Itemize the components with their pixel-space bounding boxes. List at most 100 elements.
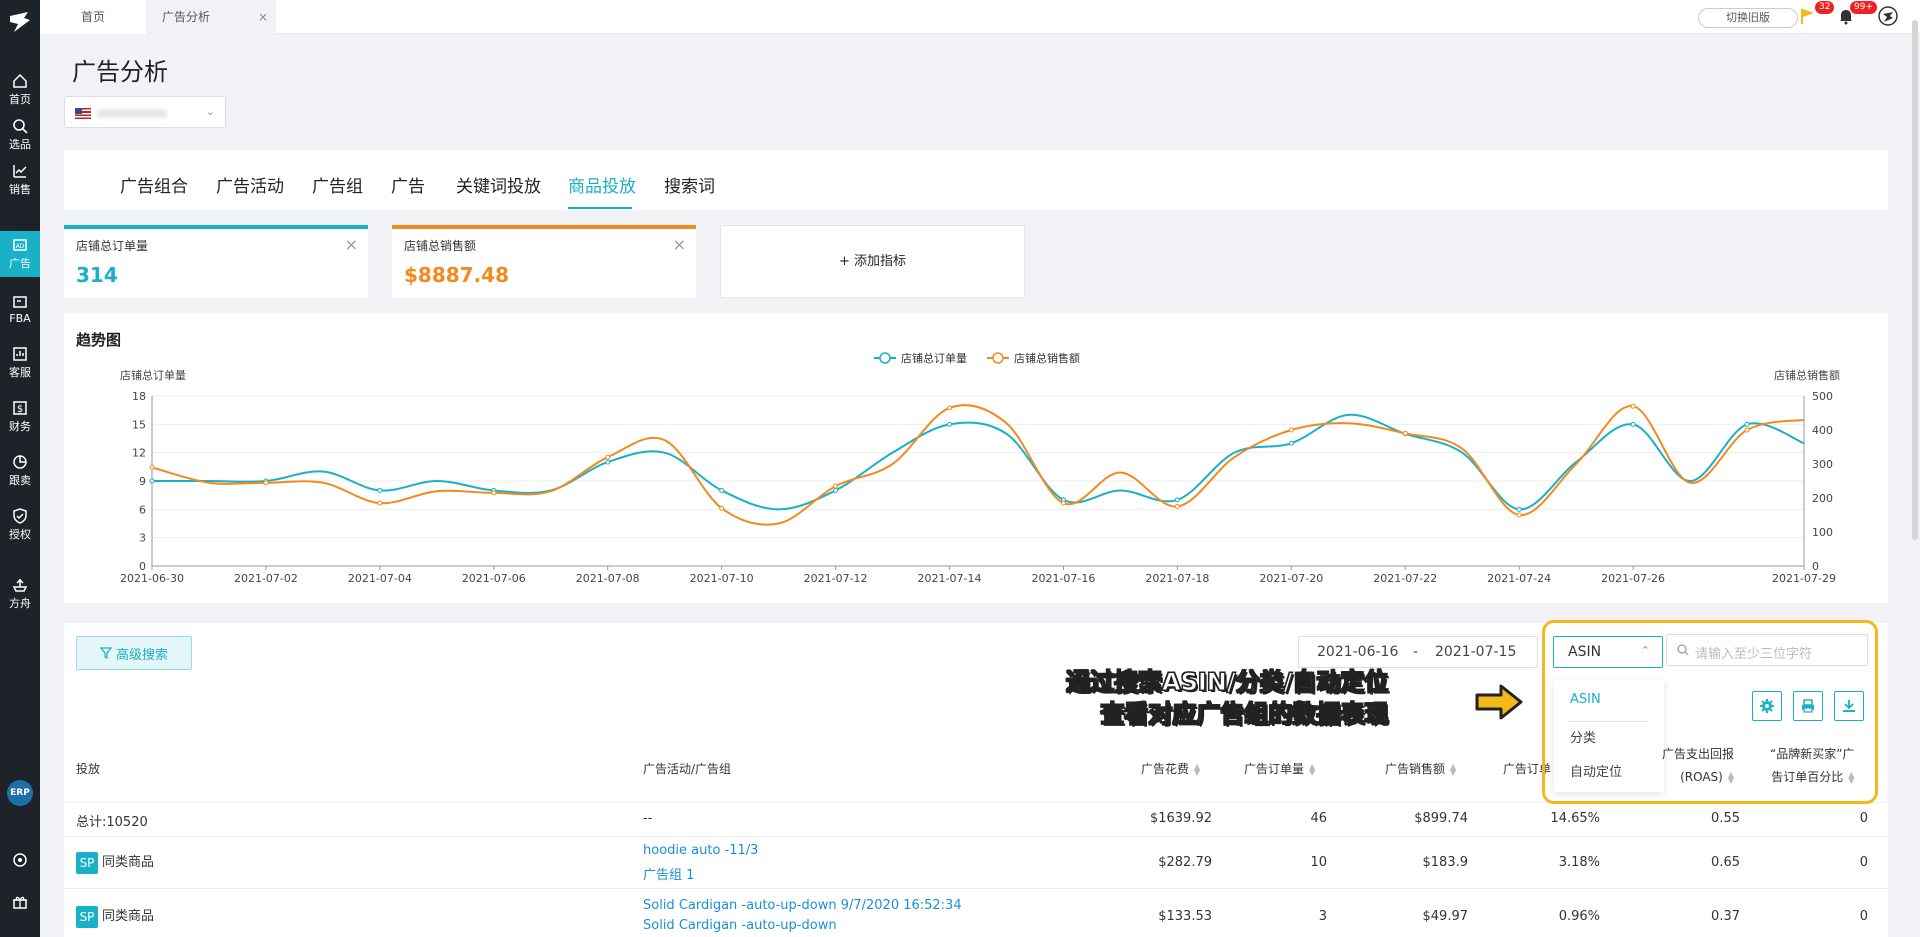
sidebar-item-auth[interactable]: 授权 [0, 502, 40, 548]
data-point [1516, 506, 1522, 512]
metric-card-orders[interactable]: 店铺总订单量 × 314 [64, 225, 368, 298]
flag-badge: 32 [1815, 1, 1835, 14]
rate-cell: 3.18% [1558, 855, 1600, 870]
data-point [833, 487, 839, 493]
x-tick-label: 2021-07-20 [1259, 572, 1323, 585]
tab-portfolio[interactable]: 广告组合 [120, 172, 188, 197]
header-label: 广告销售额 [1385, 762, 1446, 776]
data-point [605, 459, 611, 465]
y-tick-label-left: 15 [132, 418, 146, 431]
x-tick-label: 2021-07-10 [690, 572, 754, 585]
sidebar-item-follow-sell[interactable]: 跟卖 [0, 448, 40, 494]
target-name: 同类商品 [102, 855, 155, 870]
us-flag-icon [75, 108, 91, 119]
close-icon[interactable]: × [673, 235, 686, 254]
data-point [1288, 427, 1294, 433]
data-point [1630, 403, 1636, 409]
avatar[interactable] [1878, 6, 1898, 26]
headset-icon[interactable] [12, 852, 28, 868]
scrollbar[interactable] [1912, 20, 1918, 540]
data-point [833, 483, 839, 489]
sidebar-item-label: 销售 [9, 183, 31, 196]
ad-type-tabs: 广告组合 广告活动 广告组 广告 关键词投放 商品投放 搜索词 [64, 150, 1888, 210]
tab-search-terms[interactable]: 搜索词 [664, 172, 715, 197]
tab-ad-group[interactable]: 广告组 [312, 172, 363, 197]
campaign-link[interactable]: Solid Cardigan -auto-up-down 9/7/2020 16… [643, 898, 962, 913]
tab-keyword-targeting[interactable]: 关键词投放 [456, 172, 541, 197]
roas-cell: 0.37 [1711, 909, 1740, 924]
switch-old-version-button[interactable]: 切换旧版 [1698, 8, 1798, 28]
x-tick-label: 2021-07-06 [462, 572, 526, 585]
sidebar-item-finance[interactable]: $ 财务 [0, 394, 40, 440]
y-tick-label-right: 100 [1812, 526, 1833, 539]
y-tick-label-right: 300 [1812, 458, 1833, 471]
sidebar-item-sales[interactable]: 销售 [0, 157, 40, 203]
flag-icon[interactable] [1800, 7, 1816, 25]
date-start: 2021-06-16 [1317, 644, 1399, 660]
tab-label: 广告分析 [162, 10, 211, 24]
tab-home[interactable]: 首页 [40, 0, 146, 34]
total-sales: $899.74 [1414, 811, 1468, 826]
ad-group-link[interactable]: 广告组 1 [643, 864, 694, 883]
gift-icon[interactable] [12, 894, 28, 910]
x-tick-label: 2021-07-22 [1373, 572, 1437, 585]
sidebar-item-fba[interactable]: FBA [0, 286, 40, 332]
pie-icon [13, 455, 27, 469]
tab-ad[interactable]: 广告 [391, 172, 425, 197]
data-point [1744, 421, 1750, 427]
date-range-picker[interactable]: 2021-06-16 - 2021-07-15 [1298, 636, 1538, 668]
data-point [1630, 421, 1636, 427]
sidebar-item-service[interactable]: 客服 [0, 340, 40, 386]
header-label: 广告花费 [1141, 762, 1190, 776]
sidebar-item-label: 跟卖 [9, 474, 31, 487]
sidebar-item-ads[interactable]: AD 广告 [0, 231, 40, 277]
filter-icon [99, 647, 112, 659]
x-tick-label: 2021-07-14 [918, 572, 982, 585]
x-tick-label: 2021-07-02 [234, 572, 298, 585]
logo-icon [10, 12, 30, 32]
campaign-link[interactable]: hoodie auto -11/3 [643, 843, 758, 858]
advanced-search-button[interactable]: 高级搜索 [76, 636, 192, 670]
tab-product-targeting[interactable]: 商品投放 [568, 172, 636, 197]
y-tick-label-left: 3 [139, 532, 146, 545]
column-header-orders[interactable]: 广告订单量 ▲ ▼ [1244, 760, 1315, 777]
target-cell: SP 同类商品 [76, 851, 154, 874]
sidebar-item-home[interactable]: 首页 [0, 67, 40, 113]
sidebar-item-label: FBA [9, 311, 31, 325]
total-brand: 0 [1859, 811, 1868, 826]
data-point [377, 500, 383, 506]
metric-value: 314 [76, 263, 118, 287]
tab-ad-analysis[interactable]: 广告分析 × [146, 0, 276, 34]
sidebar-item-selection[interactable]: 选品 [0, 112, 40, 158]
column-header-spend[interactable]: 广告花费 ▲ ▼ [1141, 760, 1200, 777]
ad-group-link[interactable]: Solid Cardigan -auto-up-down [643, 918, 837, 933]
x-tick-label: 2021-07-29 [1772, 572, 1836, 585]
column-header-sales[interactable]: 广告销售额 ▲ ▼ [1385, 760, 1456, 777]
brand-cell: 0 [1859, 909, 1868, 924]
data-point [1744, 427, 1750, 433]
target-name: 同类商品 [102, 909, 155, 924]
x-tick-label: 2021-07-18 [1145, 572, 1209, 585]
data-point [605, 454, 611, 460]
total-spend: $1639.92 [1149, 811, 1212, 826]
sort-icon: ▲ ▼ [1309, 761, 1316, 777]
erp-button[interactable]: ERP [7, 780, 33, 806]
ark-icon [12, 578, 28, 592]
close-icon[interactable]: × [345, 235, 358, 254]
data-point [491, 490, 497, 496]
orders-cell: 3 [1318, 909, 1327, 924]
close-icon[interactable]: × [258, 0, 268, 34]
x-tick-label: 2021-07-08 [576, 572, 640, 585]
store-select[interactable]: ⌄ [64, 96, 226, 128]
legend-label: 店铺总销售额 [1014, 351, 1080, 365]
y-tick-label-left: 18 [132, 390, 146, 403]
orders-cell: 10 [1310, 855, 1327, 870]
metric-card-sales[interactable]: 店铺总销售额 × $8887.48 [392, 225, 696, 298]
add-metric-button[interactable]: + 添加指标 [720, 225, 1025, 298]
y-tick-label-right: 200 [1812, 492, 1833, 505]
sidebar-item-label: 客服 [9, 366, 31, 379]
x-tick-label: 2021-07-04 [348, 572, 412, 585]
data-point [1060, 500, 1066, 506]
tab-campaign[interactable]: 广告活动 [216, 172, 284, 197]
sidebar-item-ark[interactable]: 方舟 [0, 571, 40, 617]
